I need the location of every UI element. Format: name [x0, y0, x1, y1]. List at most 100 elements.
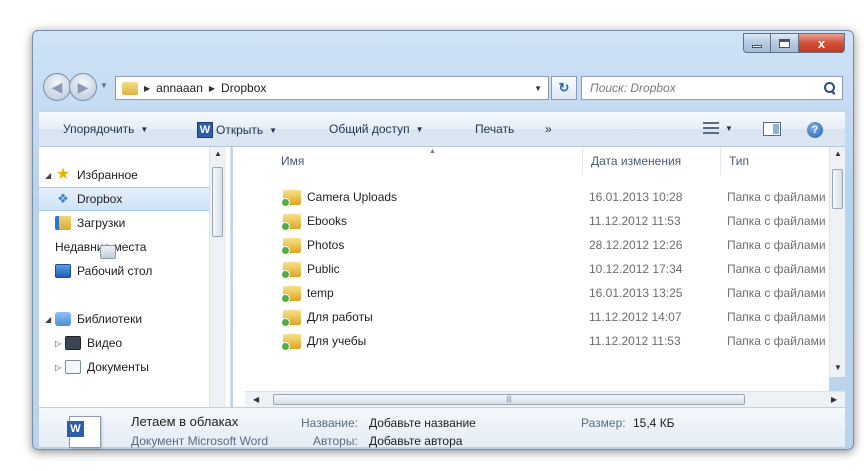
nav-downloads[interactable]: Загрузки: [39, 211, 209, 235]
vertical-scroll-thumb[interactable]: [832, 169, 843, 209]
nav-scrollbar[interactable]: ▲: [209, 147, 226, 409]
star-icon: ★: [55, 166, 71, 183]
title-label: Название:: [301, 416, 358, 430]
file-type: Папка с файлами: [727, 334, 826, 348]
file-name: Public: [307, 262, 340, 276]
address-dropdown-icon[interactable]: ▼: [534, 84, 542, 93]
chevron-down-icon: ▼: [415, 124, 424, 134]
file-name: Для учебы: [307, 334, 367, 348]
table-row[interactable]: Public 10.12.2012 17:34 Папка с файлами: [233, 257, 829, 281]
expand-arrow-icon[interactable]: ▷: [55, 363, 65, 372]
nav-scroll-thumb[interactable]: [212, 167, 223, 237]
print-label: Печать: [475, 122, 515, 136]
maximize-button[interactable]: [771, 33, 799, 53]
nav-libraries[interactable]: ◢ Библиотеки: [39, 307, 209, 331]
breadcrumb-dropbox[interactable]: Dropbox: [221, 81, 266, 95]
breadcrumb-separator-icon[interactable]: ▶: [144, 84, 150, 93]
collapse-arrow-icon[interactable]: ◢: [45, 171, 55, 180]
recent-pages-dropdown[interactable]: ▼: [100, 81, 108, 90]
column-header-name[interactable]: Имя: [273, 147, 583, 175]
close-button[interactable]: x: [799, 33, 845, 53]
refresh-button[interactable]: ↻: [551, 76, 577, 100]
collapse-arrow-icon[interactable]: ◢: [45, 315, 55, 324]
print-button[interactable]: Печать: [475, 122, 514, 136]
table-row[interactable]: Для работы 11.12.2012 14:07 Папка с файл…: [233, 305, 829, 329]
file-date: 11.12.2012 11:53: [589, 334, 681, 348]
documents-library-icon: [65, 360, 81, 374]
forward-button[interactable]: ▶: [69, 73, 97, 101]
column-date-label: Дата изменения: [591, 154, 682, 168]
table-row[interactable]: Для учебы 11.12.2012 11:53 Папка с файла…: [233, 329, 829, 353]
search-icon[interactable]: [824, 82, 836, 94]
file-type: Папка с файлами: [727, 190, 826, 204]
minimize-button[interactable]: [743, 33, 771, 53]
file-list-vertical-scrollbar[interactable]: ▲ ▼: [829, 147, 845, 377]
synced-folder-icon: [281, 237, 301, 255]
video-library-icon: [65, 336, 81, 350]
file-name: Ebooks: [307, 214, 348, 228]
nav-libraries-label: Библиотеки: [77, 312, 143, 326]
table-row[interactable]: Camera Uploads 16.01.2013 10:28 Папка с …: [233, 185, 829, 209]
open-button[interactable]: W Открыть ▼: [197, 122, 277, 138]
column-header-date[interactable]: Дата изменения: [583, 147, 721, 175]
file-type: Папка с файлами: [727, 214, 826, 228]
share-button[interactable]: Общий доступ ▼: [329, 122, 424, 136]
nav-dropbox-label: Dropbox: [77, 192, 123, 206]
address-bar[interactable]: ▶ annaaan ▶ Dropbox ▼: [115, 76, 549, 100]
search-input[interactable]: [590, 81, 810, 95]
open-label: Открыть: [216, 123, 264, 137]
recent-places-icon: [100, 245, 116, 259]
breadcrumb-separator-icon[interactable]: ▶: [209, 84, 215, 93]
nav-video[interactable]: ▷ Видео: [39, 331, 209, 355]
details-pane: W Летаем в облаках Документ Microsoft Wo…: [39, 407, 845, 448]
file-type: Папка с файлами: [727, 310, 826, 324]
table-row[interactable]: temp 16.01.2013 13:25 Папка с файлами: [233, 281, 829, 305]
help-button[interactable]: ?: [807, 122, 823, 138]
share-label: Общий доступ: [329, 122, 410, 136]
organize-button[interactable]: Упорядочить ▼: [63, 122, 148, 136]
file-list-horizontal-scrollbar[interactable]: ◀ ||| ▶: [245, 391, 845, 407]
command-bar: Упорядочить ▼ W Открыть ▼ Общий доступ ▼ Пе…: [39, 111, 845, 147]
nav-downloads-label: Загрузки: [77, 216, 126, 230]
scroll-up-icon[interactable]: ▲: [214, 149, 222, 158]
scroll-left-icon[interactable]: ◀: [253, 395, 259, 404]
scroll-up-icon[interactable]: ▲: [834, 149, 842, 158]
address-row: ◀ ▶ ▼ ▶ annaaan ▶ Dropbox ▼ ↻: [39, 71, 843, 101]
maximize-icon: [779, 38, 790, 48]
view-options-button[interactable]: ▼: [703, 122, 733, 134]
minimize-icon: [752, 44, 762, 48]
column-name-label: Имя: [281, 154, 305, 168]
breadcrumb-user[interactable]: annaaan: [156, 81, 203, 95]
column-header-type[interactable]: Тип: [721, 147, 829, 175]
nav-desktop[interactable]: Рабочий стол: [39, 259, 209, 283]
scroll-right-icon[interactable]: ▶: [831, 395, 837, 404]
horizontal-scroll-thumb[interactable]: |||: [273, 394, 745, 405]
nav-favorites[interactable]: ◢ ★ Избранное: [39, 163, 209, 187]
word-document-icon: W: [67, 416, 101, 448]
nav-recent[interactable]: Недавние места: [39, 235, 209, 259]
synced-folder-icon: [281, 309, 301, 327]
table-row[interactable]: Photos 28.12.2012 12:26 Папка с файлами: [233, 233, 829, 257]
file-date: 11.12.2012 11:53: [589, 214, 681, 228]
back-button[interactable]: ◀: [43, 73, 71, 101]
scroll-down-icon[interactable]: ▼: [834, 363, 842, 372]
authors-label: Авторы:: [313, 434, 358, 448]
chevron-down-icon: ▼: [269, 125, 278, 135]
preview-pane-button[interactable]: [763, 122, 781, 136]
chevron-down-icon: ▼: [725, 123, 733, 133]
file-name: temp: [307, 286, 334, 300]
file-date: 16.01.2013 10:28: [589, 190, 683, 204]
nav-dropbox[interactable]: ❖ Dropbox: [39, 187, 209, 211]
size-value: 15,4 КБ: [633, 416, 675, 430]
more-commands-button[interactable]: »: [545, 122, 552, 136]
forward-arrow-icon: ▶: [77, 78, 89, 95]
file-type: Папка с файлами: [727, 262, 826, 276]
search-box[interactable]: [581, 76, 843, 100]
nav-documents[interactable]: ▷ Документы: [39, 355, 209, 379]
title-field[interactable]: Добавьте название: [369, 416, 476, 430]
authors-field[interactable]: Добавьте автора: [369, 434, 462, 448]
nav-video-label: Видео: [87, 336, 123, 350]
table-row[interactable]: Ebooks 11.12.2012 11:53 Папка с файлами: [233, 209, 829, 233]
synced-folder-icon: [281, 189, 301, 207]
expand-arrow-icon[interactable]: ▷: [55, 339, 65, 348]
